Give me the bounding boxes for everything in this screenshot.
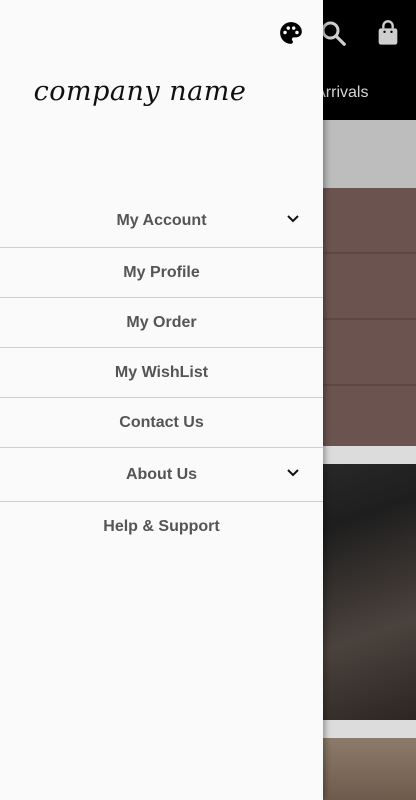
navigation-drawer: company name My Account My Profile My Or… bbox=[0, 0, 323, 800]
shopping-bag-icon[interactable] bbox=[374, 18, 402, 48]
menu-item-my-wishlist[interactable]: My WishList bbox=[0, 348, 323, 398]
chevron-down-icon[interactable] bbox=[285, 465, 301, 481]
menu-item-label: My Order bbox=[126, 313, 197, 331]
menu-item-my-account[interactable]: My Account bbox=[0, 194, 323, 248]
menu-item-label: Help & Support bbox=[103, 518, 220, 535]
menu-item-label: My WishList bbox=[114, 363, 209, 381]
drawer-menu: My Account My Profile My Order My WishLi… bbox=[0, 194, 323, 552]
menu-item-label: My Profile bbox=[123, 263, 200, 281]
palette-icon[interactable] bbox=[278, 20, 304, 46]
menu-item-label: Contact Us bbox=[119, 413, 204, 431]
menu-item-label: My Account bbox=[116, 211, 207, 229]
menu-item-help-support[interactable]: Help & Support bbox=[0, 502, 323, 552]
menu-item-contact-us[interactable]: Contact Us bbox=[0, 398, 323, 448]
company-logo: company name bbox=[33, 76, 247, 107]
menu-item-about-us[interactable]: About Us bbox=[0, 448, 323, 502]
menu-item-label: About Us bbox=[125, 465, 198, 483]
chevron-down-icon[interactable] bbox=[285, 211, 301, 227]
menu-item-my-profile[interactable]: My Profile bbox=[0, 248, 323, 298]
menu-item-my-order[interactable]: My Order bbox=[0, 298, 323, 348]
